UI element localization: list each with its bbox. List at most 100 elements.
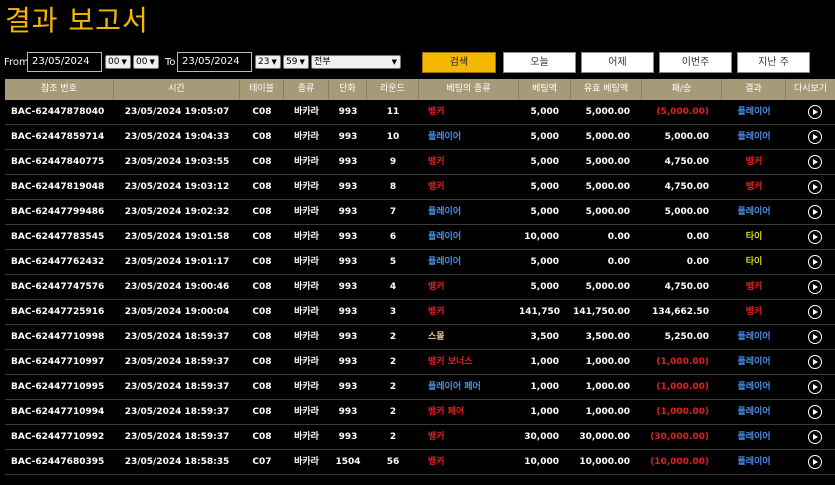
cell-time: 23/05/2024 18:59:37	[124, 332, 230, 342]
play-icon[interactable]	[808, 180, 822, 194]
cell-round: 3	[389, 307, 397, 317]
cell-unit: 993	[338, 132, 358, 142]
cell-bet-type: 플레이어	[428, 132, 462, 142]
yesterday-button[interactable]: 어제	[581, 52, 654, 73]
play-icon[interactable]	[808, 455, 822, 469]
from-minute-select[interactable]: 00 ▼	[133, 55, 159, 69]
cell-valid-bet: 5,000.00	[585, 132, 630, 142]
today-button[interactable]: 오늘	[503, 52, 576, 73]
cell-kind: 바카라	[294, 332, 319, 342]
col-bet: 베팅액	[519, 79, 571, 100]
results-table-body: BAC-62447878040 23/05/2024 19:05:07 C08 바카라…	[5, 100, 835, 475]
cell-unit: 993	[338, 107, 358, 117]
cell-kind: 바카라	[294, 182, 319, 192]
cell-unit: 993	[338, 257, 358, 267]
cell-round: 5	[389, 257, 397, 267]
cell-table: C08	[252, 432, 272, 442]
search-button[interactable]: 검색	[422, 52, 496, 73]
cell-kind: 바카라	[294, 457, 319, 467]
play-icon[interactable]	[808, 430, 822, 444]
cell-result: 타이	[745, 257, 763, 267]
play-icon[interactable]	[808, 130, 822, 144]
cell-valid-bet: 141,750.00	[573, 307, 630, 317]
cell-table: C08	[252, 407, 272, 417]
play-icon[interactable]	[808, 230, 822, 244]
cell-valid-bet: 5,000.00	[585, 207, 630, 217]
cell-valid-bet: 5,000.00	[585, 107, 630, 117]
cell-kind: 바카라	[294, 432, 319, 442]
type-select[interactable]: 전부 ▼	[311, 55, 401, 69]
cell-round: 6	[389, 232, 397, 242]
cell-bet: 10,000	[524, 457, 559, 467]
cell-winloss: 4,750.00	[664, 157, 709, 167]
cell-ref: BAC-62447680395	[11, 457, 105, 467]
table-row: BAC-62447799486 23/05/2024 19:02:32 C08 바카라…	[5, 200, 835, 225]
cell-kind: 바카라	[294, 382, 319, 392]
cell-table: C08	[252, 282, 272, 292]
play-icon[interactable]	[808, 280, 822, 294]
cell-winloss: (1,000.00)	[656, 407, 709, 417]
table-header: 참조 번호 시간 테이블 종류 단화 라운드 베팅의 종류 베팅액 유효 베팅액…	[5, 79, 835, 100]
to-hour-select[interactable]: 23 ▼	[255, 55, 281, 69]
chevron-down-icon: ▼	[271, 58, 277, 66]
cell-unit: 993	[338, 407, 358, 417]
cell-kind: 바카라	[294, 132, 319, 142]
cell-time: 23/05/2024 19:00:04	[124, 307, 230, 317]
last-week-button[interactable]: 지난 주	[737, 52, 810, 73]
cell-bet-type: 플레이어	[428, 232, 462, 242]
cell-result: 플레이어	[737, 407, 771, 417]
cell-round: 11	[386, 107, 400, 117]
play-icon[interactable]	[808, 255, 822, 269]
play-icon[interactable]	[808, 405, 822, 419]
cell-bet-type: 뱅커	[428, 182, 445, 192]
cell-table: C08	[252, 107, 272, 117]
cell-round: 8	[389, 182, 397, 192]
cell-winloss: 134,662.50	[652, 307, 709, 317]
cell-valid-bet: 10,000.00	[579, 457, 630, 467]
col-round: 라운드	[367, 79, 419, 100]
table-row: BAC-62447725916 23/05/2024 19:00:04 C08 바카라…	[5, 300, 835, 325]
from-date-input[interactable]: 23/05/2024	[27, 52, 102, 72]
cell-result: 플레이어	[737, 332, 771, 342]
to-date-input[interactable]: 23/05/2024	[177, 52, 252, 72]
cell-bet: 1,000	[530, 407, 559, 417]
table-row: BAC-62447819048 23/05/2024 19:03:12 C08 바카라…	[5, 175, 835, 200]
play-icon[interactable]	[808, 155, 822, 169]
cell-unit: 993	[338, 432, 358, 442]
from-hour-select[interactable]: 00 ▼	[105, 55, 131, 69]
cell-kind: 바카라	[294, 107, 319, 117]
col-winloss: 패/승	[642, 79, 722, 100]
cell-table: C08	[252, 382, 272, 392]
play-icon[interactable]	[808, 305, 822, 319]
to-minute-select[interactable]: 59 ▼	[283, 55, 309, 69]
cell-bet: 5,000	[530, 207, 559, 217]
play-icon[interactable]	[808, 380, 822, 394]
cell-bet: 30,000	[524, 432, 559, 442]
cell-kind: 바카라	[294, 257, 319, 267]
cell-ref: BAC-62447799486	[11, 207, 105, 217]
cell-valid-bet: 3,500.00	[585, 332, 630, 342]
chevron-down-icon: ▼	[121, 58, 127, 66]
this-week-button[interactable]: 이번주	[659, 52, 732, 73]
cell-winloss: 0.00	[686, 257, 709, 267]
cell-table: C08	[252, 332, 272, 342]
table-row: BAC-62447710997 23/05/2024 18:59:37 C08 바카라…	[5, 350, 835, 375]
cell-result: 플레이어	[737, 107, 771, 117]
play-icon[interactable]	[808, 105, 822, 119]
cell-unit: 993	[338, 232, 358, 242]
from-label: From	[4, 57, 29, 68]
cell-winloss: 5,000.00	[664, 132, 709, 142]
cell-ref: BAC-62447710997	[11, 357, 105, 367]
play-icon[interactable]	[808, 330, 822, 344]
play-icon[interactable]	[808, 205, 822, 219]
cell-bet-type: 뱅커	[428, 457, 445, 467]
cell-bet: 5,000	[530, 107, 559, 117]
cell-bet-type: 뱅커	[428, 282, 445, 292]
cell-ref: BAC-62447859714	[11, 132, 105, 142]
page-title: 결과 보고서	[5, 4, 149, 37]
cell-kind: 바카라	[294, 357, 319, 367]
cell-table: C08	[252, 357, 272, 367]
cell-bet-type: 뱅커	[428, 107, 445, 117]
play-icon[interactable]	[808, 355, 822, 369]
cell-ref: BAC-62447783545	[11, 232, 105, 242]
